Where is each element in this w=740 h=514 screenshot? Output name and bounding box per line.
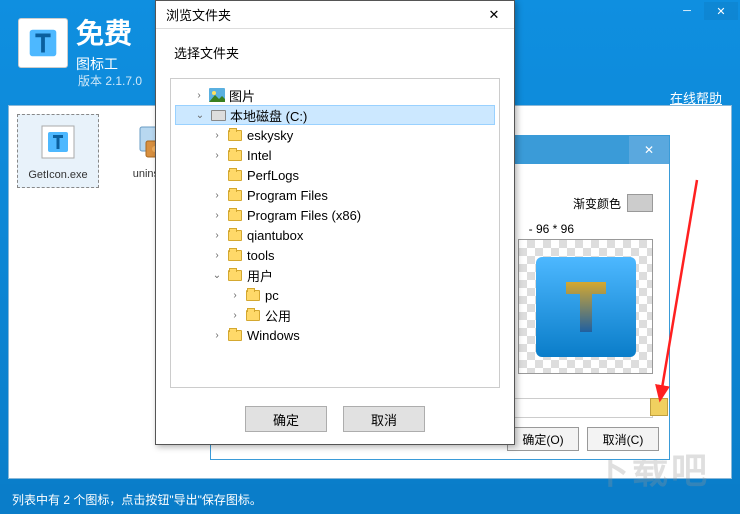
tree-row[interactable]: › qiantubox — [175, 225, 495, 245]
chevron-right-icon[interactable]: › — [193, 90, 205, 101]
tree-label: Program Files (x86) — [247, 208, 361, 223]
icon-preview — [518, 239, 653, 374]
tree-row[interactable]: › eskysky — [175, 125, 495, 145]
tree-label: 公用 — [265, 306, 291, 325]
export-close-button[interactable]: ✕ — [629, 136, 669, 164]
browse-folder-dialog: 浏览文件夹 ✕ 选择文件夹 › 图片 ⌄ 本地磁盘 (C:) › eskysky › Inte… — [155, 0, 515, 445]
folder-icon — [227, 267, 243, 283]
folder-tree[interactable]: › 图片 ⌄ 本地磁盘 (C:) › eskysky › Intel PerfLogs › Prog… — [170, 78, 500, 388]
browse-ok-button[interactable]: 确定 — [245, 406, 327, 432]
folder-icon — [245, 307, 261, 323]
chevron-right-icon[interactable]: › — [211, 130, 223, 141]
browse-instruction: 选择文件夹 — [156, 29, 514, 70]
color-swatch[interactable] — [627, 194, 653, 212]
folder-icon — [245, 287, 261, 303]
disk-icon — [210, 107, 226, 123]
gradient-label: 渐变颜色 — [573, 195, 621, 212]
tree-label: Program Files — [247, 188, 328, 203]
browse-dialog-title: 浏览文件夹 ✕ — [156, 1, 514, 29]
status-bar: 列表中有 2 个图标，点击按钮"导出"保存图标。 — [0, 484, 740, 514]
tree-row[interactable]: › Program Files — [175, 185, 495, 205]
chevron-right-icon[interactable]: › — [229, 310, 241, 321]
folder-icon — [227, 127, 243, 143]
tree-row[interactable]: › 图片 — [175, 85, 495, 105]
export-cancel-button[interactable]: 取消(C) — [587, 427, 659, 451]
folder-icon — [227, 187, 243, 203]
tree-label: 图片 — [229, 86, 255, 105]
tree-label: tools — [247, 248, 274, 263]
tree-row[interactable]: › Program Files (x86) — [175, 205, 495, 225]
pictures-icon — [209, 87, 225, 103]
folder-icon — [227, 327, 243, 343]
tree-label: 用户 — [247, 266, 273, 285]
chevron-down-icon[interactable]: ⌄ — [194, 110, 206, 121]
path-input[interactable] — [511, 398, 653, 418]
tree-label: PerfLogs — [247, 168, 299, 183]
folder-icon — [227, 247, 243, 263]
tree-row[interactable]: ⌄ 本地磁盘 (C:) — [175, 105, 495, 125]
chevron-right-icon[interactable]: › — [211, 250, 223, 261]
tree-label: eskysky — [247, 128, 293, 143]
tree-row[interactable]: › pc — [175, 285, 495, 305]
exe-icon — [37, 121, 79, 163]
tree-row[interactable]: ⌄ 用户 — [175, 265, 495, 285]
app-logo-icon — [18, 18, 68, 68]
tree-label: 本地磁盘 (C:) — [230, 106, 307, 125]
tree-label: Windows — [247, 328, 300, 343]
close-button[interactable]: ✕ — [704, 2, 738, 20]
tree-label: Intel — [247, 148, 272, 163]
chevron-right-icon[interactable]: › — [211, 230, 223, 241]
chevron-right-icon[interactable]: › — [211, 210, 223, 221]
chevron-right-icon[interactable]: › — [229, 290, 241, 301]
folder-icon — [227, 227, 243, 243]
tree-row[interactable]: › Intel — [175, 145, 495, 165]
folder-icon — [227, 167, 243, 183]
tree-row[interactable]: › tools — [175, 245, 495, 265]
app-subtitle: 图标工 — [76, 54, 132, 74]
tree-row[interactable]: › 公用 — [175, 305, 495, 325]
chevron-right-icon[interactable]: › — [211, 150, 223, 161]
version-label: 版本 2.1.7.0 — [78, 72, 142, 89]
tree-label: qiantubox — [247, 228, 303, 243]
size-label: - 96 * 96 — [529, 222, 574, 236]
chevron-right-icon[interactable]: › — [211, 190, 223, 201]
chevron-down-icon[interactable]: ⌄ — [211, 270, 223, 281]
file-name: GetIcon.exe — [20, 169, 96, 181]
folder-icon — [227, 147, 243, 163]
file-item[interactable]: GetIcon.exe — [17, 114, 99, 188]
browse-folder-button[interactable] — [650, 398, 668, 416]
tree-row[interactable]: › Windows — [175, 325, 495, 345]
folder-icon — [227, 207, 243, 223]
tree-row[interactable]: PerfLogs — [175, 165, 495, 185]
minimize-button[interactable]: ─ — [670, 2, 704, 20]
browse-cancel-button[interactable]: 取消 — [343, 406, 425, 432]
tree-label: pc — [265, 288, 279, 303]
export-ok-button[interactable]: 确定(O) — [507, 427, 579, 451]
browse-close-button[interactable]: ✕ — [474, 1, 514, 29]
app-title: 免费 — [76, 12, 132, 52]
chevron-right-icon[interactable]: › — [211, 330, 223, 341]
